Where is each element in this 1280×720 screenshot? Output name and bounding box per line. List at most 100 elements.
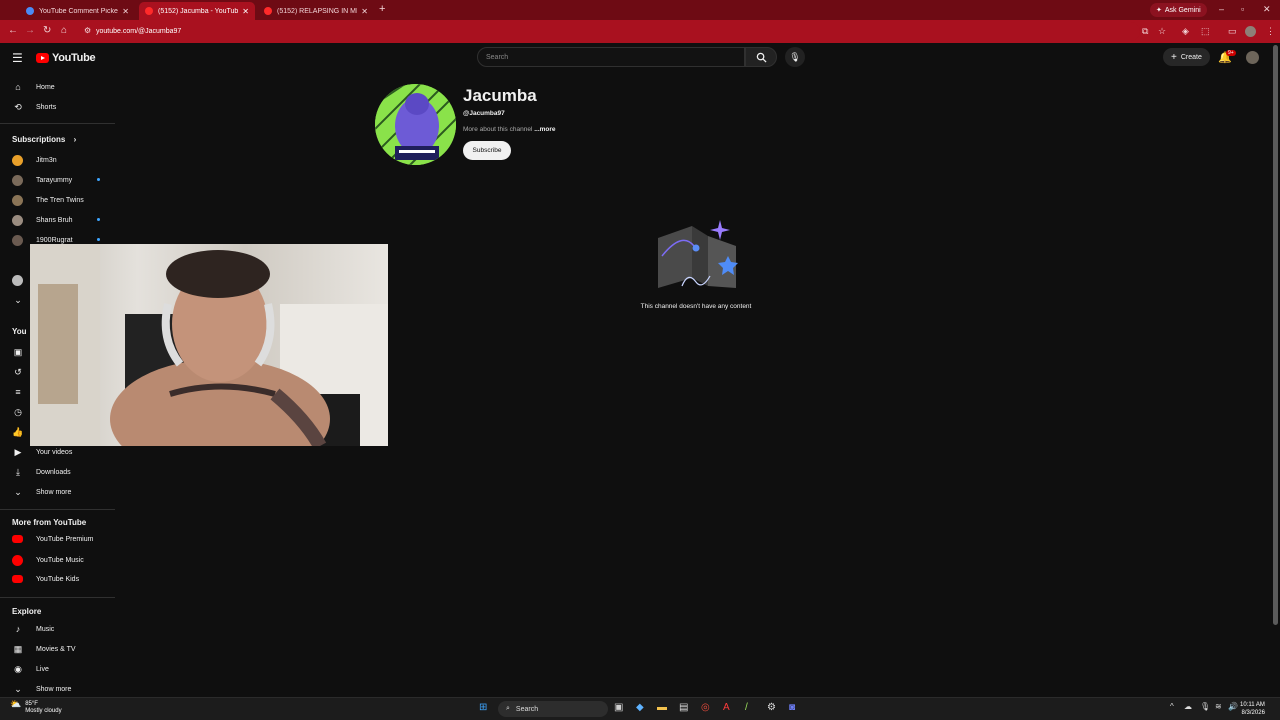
taskbar-search[interactable]: ⌕ Search	[498, 701, 608, 717]
menu-icon[interactable]: ☰	[12, 51, 23, 65]
create-button[interactable]: + Create	[1163, 48, 1210, 66]
sidebar-item-label: Shans Bruh	[36, 217, 73, 224]
app-steam-icon[interactable]: ⚙	[767, 702, 776, 713]
sidebar-item-shans-bruh[interactable]: Shans Bruh	[12, 215, 100, 226]
tray-chevron-icon[interactable]: ^	[1170, 702, 1174, 711]
search-placeholder: Search	[486, 53, 509, 61]
sidebar-item-jitm3n[interactable]: Jitm3n	[12, 155, 57, 166]
sidebar-item-label: 1900Rugrat	[36, 237, 73, 244]
voice-search-button[interactable]: 🎙	[785, 47, 805, 67]
sidebar-item-movies-tv[interactable]: ▦ Movies & TV	[12, 644, 76, 655]
sidebar-item-live[interactable]: ◉ Live	[12, 664, 49, 675]
tray-mic-icon[interactable]: 🎙	[1200, 702, 1210, 711]
sidebar-item-music[interactable]: ♪ Music	[12, 624, 55, 634]
tab-relapsing[interactable]: (5152) RELAPSING IN MEXICO ✕	[258, 2, 374, 20]
address-bar[interactable]: youtube.com/@Jacumba97	[80, 22, 1140, 41]
more-link[interactable]: ...more	[534, 126, 555, 133]
subscriptions-header[interactable]: Subscriptions ›	[12, 135, 76, 144]
new-content-dot	[97, 218, 100, 221]
profile-avatar-icon[interactable]	[1245, 26, 1256, 37]
copilot-icon[interactable]: ◆	[636, 702, 644, 713]
maximize-icon[interactable]: ▫	[1241, 4, 1244, 14]
sidebar-item-youtube-premium[interactable]: YouTube Premium	[12, 535, 93, 543]
sidebar-item-youtube-music[interactable]: YouTube Music	[12, 555, 84, 566]
app-pen-icon[interactable]: /	[745, 702, 748, 713]
chevron-right-icon: ›	[73, 135, 77, 144]
sidebar-item-your-videos[interactable]: ▶ Your videos	[12, 447, 73, 458]
subscribe-button[interactable]: Subscribe	[463, 141, 511, 160]
tab-jacumba[interactable]: (5152) Jacumba - YouTube ✕	[139, 2, 255, 20]
cast-icon[interactable]: ▭	[1228, 26, 1237, 37]
about-text: More about this channel	[463, 126, 533, 133]
site-info-icon[interactable]: ⚙	[84, 26, 91, 35]
microphone-icon: 🎙	[789, 51, 801, 62]
sidebar-item-label: Music	[36, 625, 55, 633]
sidebar-item-label: Shorts	[36, 104, 57, 111]
install-app-icon[interactable]: ⧉	[1142, 26, 1148, 37]
new-content-dot	[97, 238, 100, 241]
search-input[interactable]: Search	[477, 47, 745, 67]
reload-icon[interactable]: ↻	[43, 25, 51, 36]
wifi-icon[interactable]: ≋	[1215, 702, 1222, 711]
browser-menu-icon[interactable]: ⋮	[1266, 26, 1275, 37]
create-label: Create	[1180, 53, 1202, 61]
sidebar-item-label: YouTube Kids	[36, 575, 80, 583]
notification-badge: 9+	[1226, 50, 1236, 56]
sidebar-item-shorts[interactable]: ⟲ Shorts	[12, 102, 56, 113]
home-icon: ⌂	[15, 82, 21, 92]
chevron-down-icon: ⌄	[14, 487, 22, 497]
channel-avatar	[12, 195, 23, 206]
close-tab-icon[interactable]: ✕	[361, 7, 368, 16]
close-window-icon[interactable]: ✕	[1263, 4, 1271, 15]
temperature: 85°F	[25, 701, 38, 707]
volume-icon[interactable]: 🔊	[1228, 702, 1238, 711]
forward-icon[interactable]: →	[25, 25, 35, 36]
file-explorer-icon[interactable]: ▬	[657, 702, 667, 713]
page-scrollbar[interactable]	[1273, 45, 1278, 625]
back-icon[interactable]: ←	[8, 25, 18, 36]
channel-about-link[interactable]: More about this channel ...more	[463, 126, 556, 133]
sidebar-item-label: YouTube Premium	[36, 535, 94, 543]
account-avatar[interactable]	[1246, 51, 1259, 64]
extension-shield-icon[interactable]: ◈	[1182, 26, 1189, 37]
ask-gemini-button[interactable]: ✦ Ask Gemini	[1150, 3, 1207, 17]
gorilla-avatar-image	[375, 84, 456, 165]
tray-app-icon[interactable]: ☁	[1184, 702, 1192, 711]
tab-comment-picker[interactable]: YouTube Comment Picker — R ✕	[20, 2, 135, 20]
sidebar-item-the-tren-twins[interactable]: The Tren Twins	[12, 195, 84, 206]
store-icon[interactable]: ▤	[679, 702, 688, 713]
you-header[interactable]: You	[12, 327, 27, 336]
browser-toolbar: ← → ↻ ⌂ youtube.com/@Jacumba97 ⚙ ⧉ ☆ ◈ ⬚…	[0, 20, 1280, 43]
browse-channels-icon	[12, 275, 23, 286]
bookmark-star-icon[interactable]: ☆	[1158, 26, 1166, 37]
explore-header-label: Explore	[12, 607, 42, 616]
movies-icon: ▦	[13, 644, 23, 654]
sidebar-item-show-more[interactable]: ⌄ Show more	[12, 487, 71, 498]
task-view-icon[interactable]: ▣	[614, 702, 623, 713]
sidebar-item-label: Movies & TV	[36, 646, 76, 653]
clock-date: 8/3/2026	[1241, 710, 1265, 716]
channel-avatar-large[interactable]	[375, 84, 456, 165]
tab-title: (5152) Jacumba - YouTube	[158, 7, 239, 15]
chrome-icon[interactable]: ◎	[701, 702, 710, 713]
taskbar-clock[interactable]: 10:11 AM 8/3/2026	[1240, 701, 1265, 717]
sidebar-item-tarayummy[interactable]: Tarayummy	[12, 175, 100, 186]
sidebar-item-label: Home	[36, 83, 55, 91]
home-browser-icon[interactable]: ⌂	[61, 25, 67, 36]
close-tab-icon[interactable]: ✕	[122, 7, 129, 16]
weather-widget[interactable]: ⛅ 85°F Mostly cloudy	[10, 700, 62, 715]
sidebar-item-downloads[interactable]: ⤓ Downloads	[12, 467, 71, 478]
extensions-icon[interactable]: ⬚	[1201, 26, 1210, 37]
new-tab-icon[interactable]: +	[379, 3, 385, 15]
minimize-icon[interactable]: –	[1219, 4, 1224, 14]
sidebar-item-label: Your videos	[36, 449, 73, 456]
discord-icon[interactable]: ◙	[789, 702, 795, 713]
close-tab-icon[interactable]: ✕	[242, 7, 249, 16]
search-button[interactable]	[745, 47, 777, 67]
sidebar-item-home[interactable]: ⌂ Home	[12, 82, 55, 92]
sidebar-item-explore-show-more[interactable]: ⌄ Show more	[12, 684, 71, 695]
windows-start-icon[interactable]: ⊞	[479, 702, 487, 713]
youtube-logo[interactable]: YouTube	[36, 52, 96, 64]
app-a-icon[interactable]: A	[723, 702, 730, 713]
sidebar-item-youtube-kids[interactable]: YouTube Kids	[12, 575, 79, 583]
